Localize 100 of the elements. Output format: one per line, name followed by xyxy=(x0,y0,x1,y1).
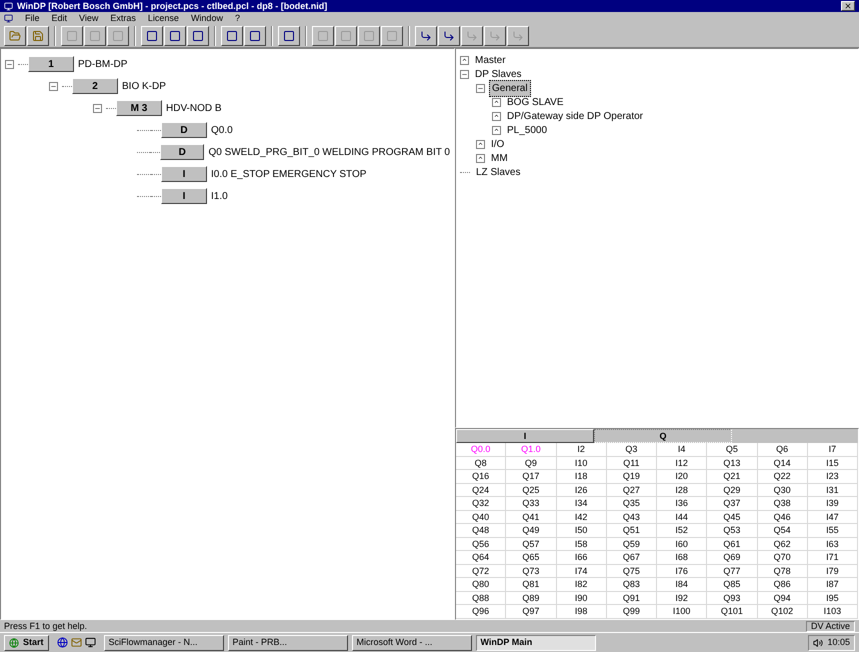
tree-item[interactable]: General xyxy=(489,80,531,96)
toolbar-button[interactable] xyxy=(164,26,186,46)
tree-item[interactable]: MM xyxy=(489,150,510,166)
table-cell: I98 xyxy=(556,605,607,619)
table-cell: I92 xyxy=(657,592,708,606)
menu-item[interactable]: Edit xyxy=(52,14,68,22)
table-cell: Q99 xyxy=(606,605,657,619)
tree-item[interactable]: BOG SLAVE xyxy=(505,94,566,110)
io-tab[interactable]: Q xyxy=(594,429,732,443)
expander-box[interactable] xyxy=(492,112,501,120)
square-icon xyxy=(192,30,204,42)
menu-item[interactable]: Extras xyxy=(110,14,136,22)
table-cell: I20 xyxy=(657,470,708,484)
tree-item[interactable]: LZ Slaves xyxy=(474,164,522,180)
taskbar-button[interactable]: Microsoft Word - ... xyxy=(352,634,472,650)
square-icon xyxy=(66,30,78,42)
table-cell: Q75 xyxy=(606,564,657,578)
table-cell: Q94 xyxy=(758,592,808,606)
node-tag[interactable]: 1 xyxy=(28,56,74,72)
toolbar-button[interactable] xyxy=(244,26,266,46)
io-tab[interactable]: I xyxy=(456,429,594,443)
menu-item[interactable]: View xyxy=(79,14,98,22)
expander-box[interactable] xyxy=(492,98,501,106)
taskbar-button[interactable]: WinDP Main xyxy=(476,634,596,650)
expander-box[interactable] xyxy=(492,126,501,134)
table-cell: Q59 xyxy=(606,538,657,552)
table-cell: Q89 xyxy=(506,592,556,606)
square-icon xyxy=(249,30,261,42)
table-cell: Q62 xyxy=(758,538,808,552)
close-button[interactable] xyxy=(841,1,855,11)
table-cell: I15 xyxy=(808,456,858,470)
tree-item[interactable]: PL_5000 xyxy=(505,122,550,138)
table-cell: Q101 xyxy=(707,605,758,619)
menu-item[interactable]: Window xyxy=(190,14,223,22)
node-tag[interactable]: I xyxy=(161,166,207,182)
expander-box[interactable] xyxy=(93,104,102,112)
table-cell: Q69 xyxy=(707,551,758,565)
node-tag[interactable]: D xyxy=(160,144,204,160)
table-cell: Q13 xyxy=(707,456,758,470)
table-cell: Q9 xyxy=(506,456,556,470)
toolbar-button[interactable] xyxy=(221,26,243,46)
expander-box[interactable] xyxy=(476,84,485,92)
table-cell: Q6 xyxy=(758,443,808,457)
square-icon xyxy=(317,30,329,42)
toolbar-button[interactable] xyxy=(278,26,300,46)
table-cell: Q37 xyxy=(707,497,758,511)
toolbar-button[interactable] xyxy=(27,26,49,46)
expander-box[interactable] xyxy=(49,82,58,90)
toolbar-button[interactable] xyxy=(4,26,26,46)
square-icon xyxy=(169,30,181,42)
menu-item[interactable]: File xyxy=(25,14,40,22)
table-cell: I4 xyxy=(657,443,708,457)
table-cell: Q97 xyxy=(506,605,556,619)
table-cell: I100 xyxy=(657,605,708,619)
taskbar-button[interactable]: SciFlowmanager - N... xyxy=(104,634,224,650)
tree-item[interactable]: I/O xyxy=(489,136,506,152)
open-icon xyxy=(9,30,21,42)
desktop-icon[interactable] xyxy=(84,637,96,648)
toolbar-button[interactable] xyxy=(141,26,163,46)
table-cell: Q5 xyxy=(707,443,758,457)
table-cell: Q14 xyxy=(758,456,808,470)
table-cell: I42 xyxy=(556,510,607,524)
tree-item[interactable]: DP Slaves xyxy=(473,66,524,82)
expander-box[interactable] xyxy=(460,70,469,78)
table-cell: I26 xyxy=(556,484,607,498)
toolbar-button[interactable] xyxy=(187,26,209,46)
table-cell: Q45 xyxy=(707,510,758,524)
node-label: HDV-NOD B xyxy=(166,102,222,116)
tree-item[interactable]: DP/Gateway side DP Operator xyxy=(505,108,645,124)
menu-item[interactable]: ? xyxy=(234,14,240,22)
expander-box[interactable] xyxy=(476,154,485,162)
table-cell: I79 xyxy=(808,564,858,578)
table-cell: Q3 xyxy=(606,443,657,457)
toolbar-button[interactable] xyxy=(438,26,460,46)
table-cell: Q70 xyxy=(758,551,808,565)
taskbar-button[interactable]: Paint - PRB... xyxy=(228,634,348,650)
start-button[interactable]: Start xyxy=(4,634,49,650)
toolbar-button[interactable] xyxy=(415,26,437,46)
table-cell: Q102 xyxy=(758,605,808,619)
table-cell: Q41 xyxy=(506,510,556,524)
node-tag[interactable]: D xyxy=(161,122,207,138)
table-cell: Q48 xyxy=(456,524,506,538)
tree-item[interactable]: Master xyxy=(473,52,508,68)
square-icon xyxy=(363,30,375,42)
node-tag[interactable]: M 3 xyxy=(116,100,162,116)
table-cell: I63 xyxy=(808,538,858,552)
node-tag[interactable]: I xyxy=(161,188,207,204)
table-cell: Q33 xyxy=(506,497,556,511)
table-cell: Q38 xyxy=(758,497,808,511)
volume-icon[interactable] xyxy=(813,638,824,648)
expander-box[interactable] xyxy=(476,140,485,148)
square-icon xyxy=(89,30,101,42)
globe-icon[interactable] xyxy=(56,637,68,648)
expander-box[interactable] xyxy=(5,60,14,68)
table-cell: Q22 xyxy=(758,470,808,484)
node-tag[interactable]: 2 xyxy=(72,78,118,94)
table-cell: Q30 xyxy=(758,484,808,498)
table-cell: Q61 xyxy=(707,538,758,552)
expander-box[interactable] xyxy=(460,56,469,64)
menu-item[interactable]: License xyxy=(148,14,179,22)
